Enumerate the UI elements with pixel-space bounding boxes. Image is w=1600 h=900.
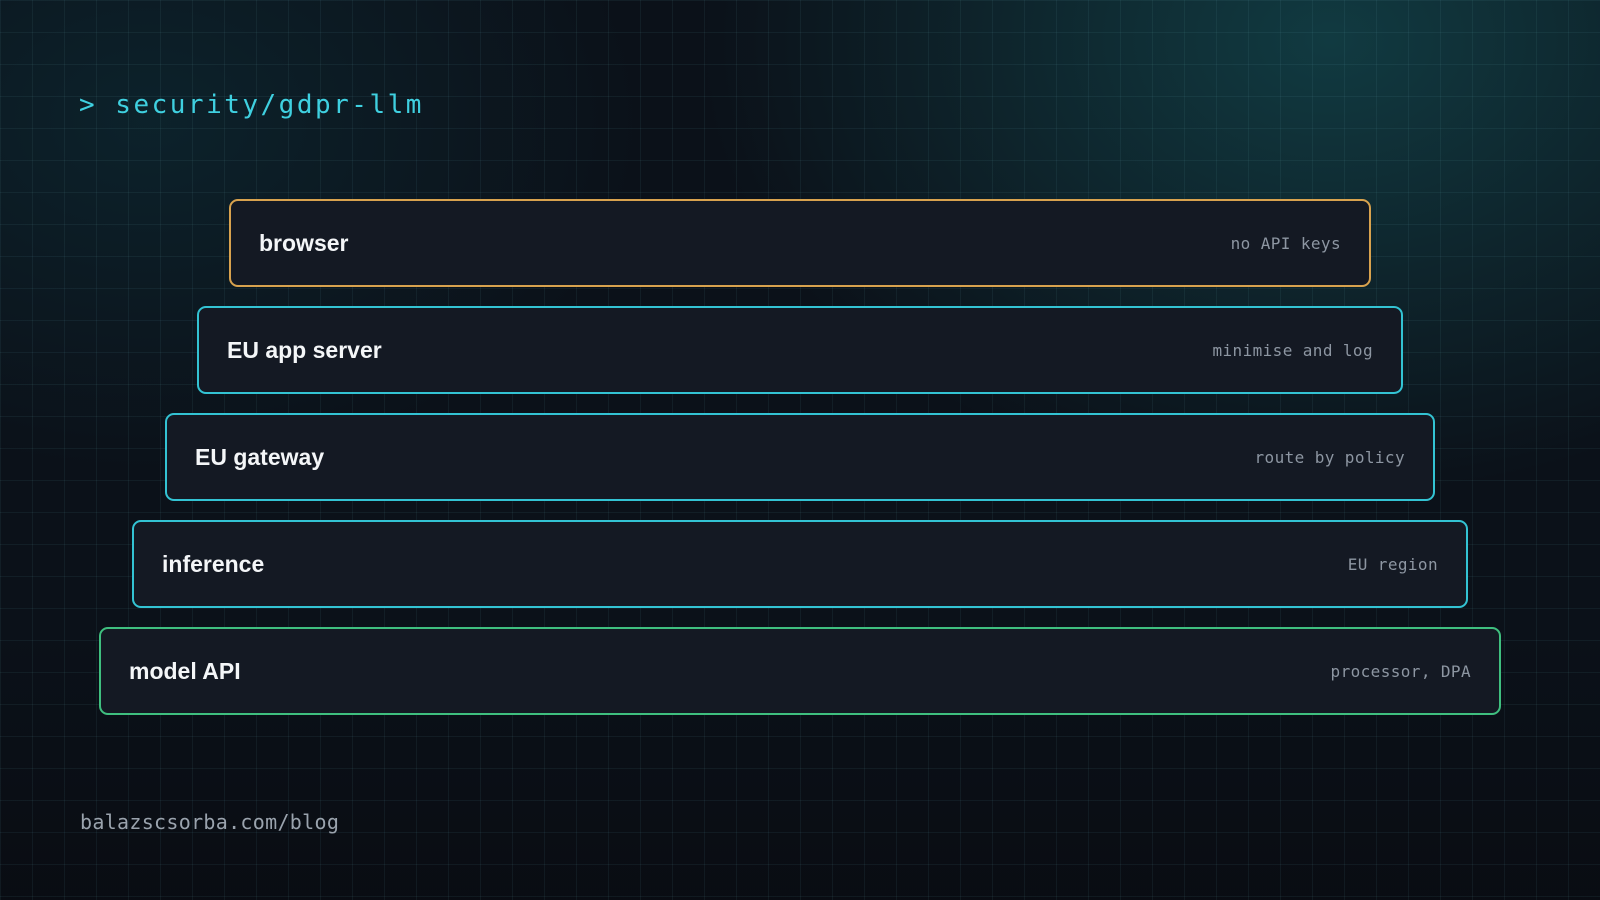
layer-browser: browser no API keys [229, 199, 1371, 287]
layer-name: EU gateway [195, 443, 325, 470]
layer-note: EU region [1347, 554, 1438, 574]
layer-note: minimise and log [1212, 340, 1373, 360]
layer-name: browser [259, 229, 349, 256]
layer-note: no API keys [1230, 233, 1341, 253]
layer-model-api: model API processor, DPA [99, 627, 1501, 715]
layer-name: model API [129, 657, 241, 684]
layer-eu-app-server: EU app server minimise and log [197, 306, 1403, 394]
page-title: > security/gdpr-llm [79, 90, 424, 120]
layer-note: processor, DPA [1330, 661, 1471, 681]
layer-eu-gateway: EU gateway route by policy [165, 413, 1435, 501]
footer-url: balazscsorba.com/blog [80, 810, 340, 834]
layer-note: route by policy [1254, 447, 1405, 467]
layer-name: inference [162, 550, 265, 577]
layer-inference: inference EU region [132, 520, 1468, 608]
layer-name: EU app server [227, 336, 382, 363]
